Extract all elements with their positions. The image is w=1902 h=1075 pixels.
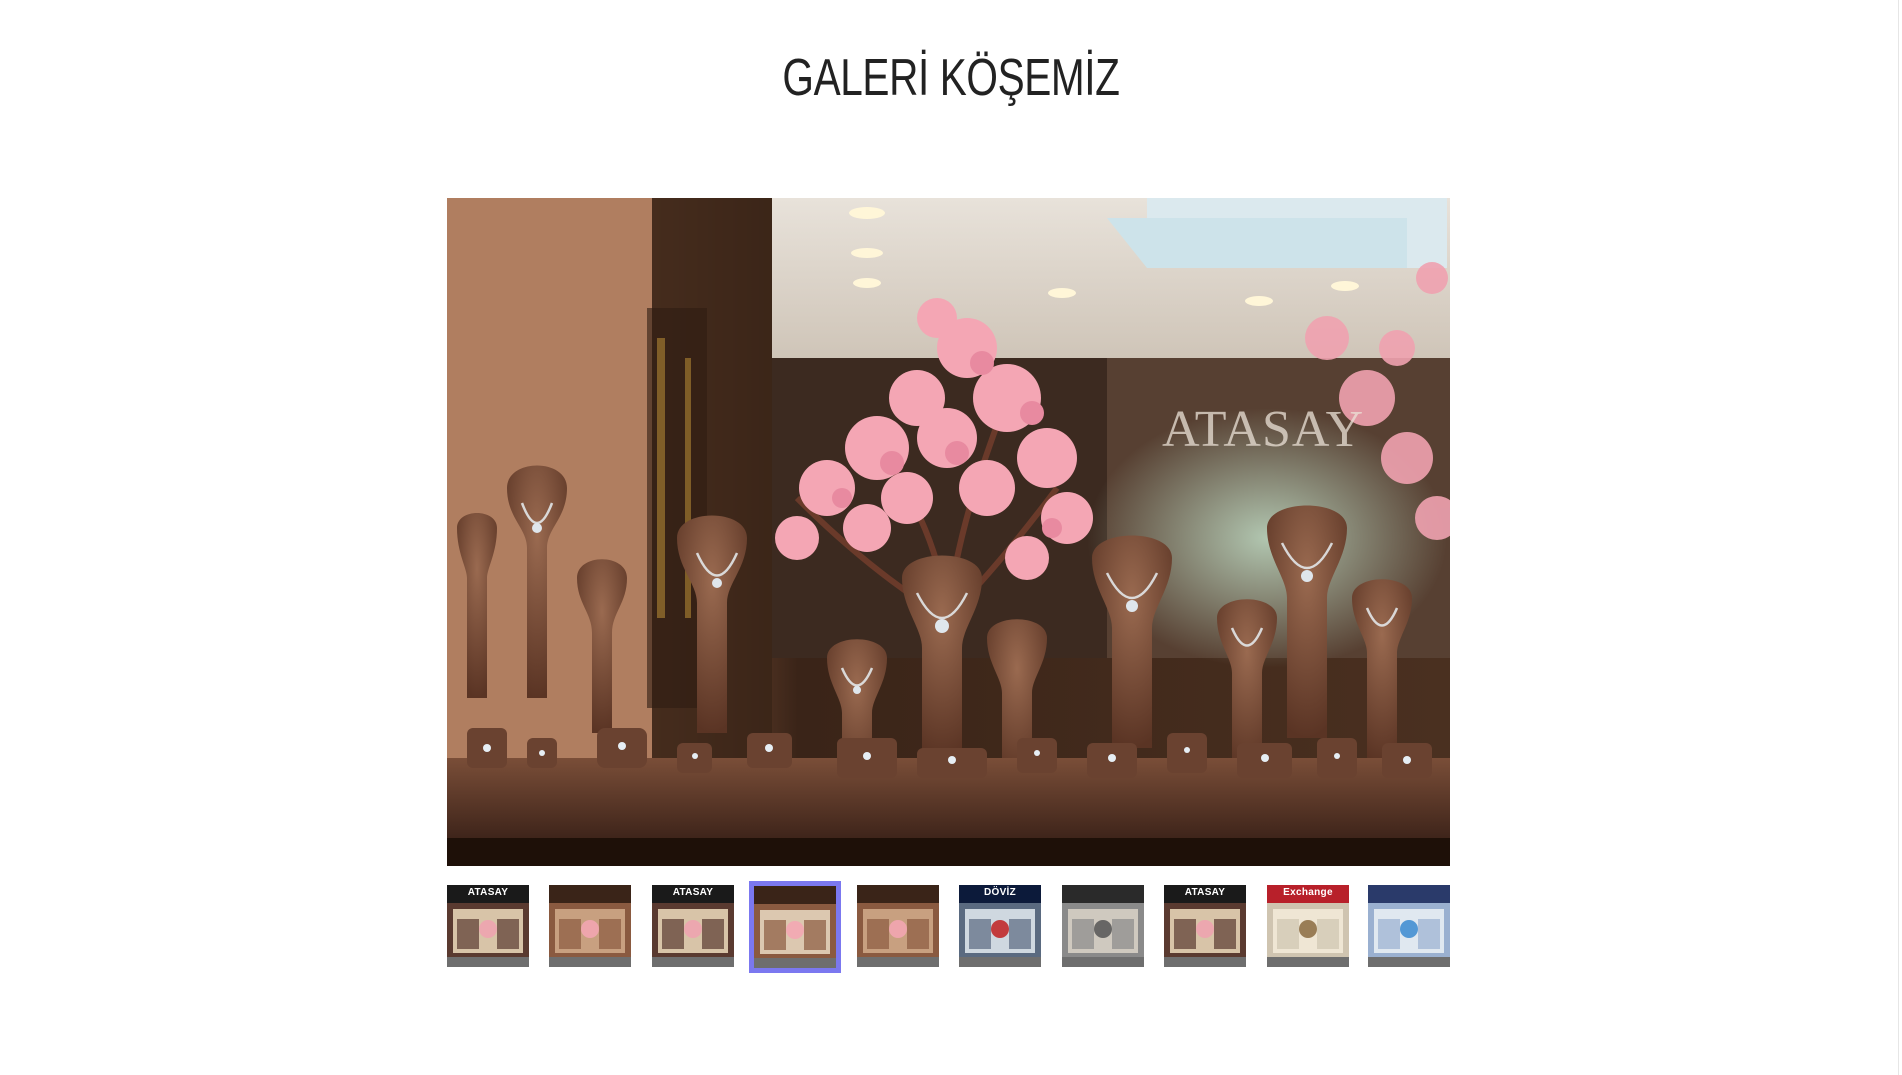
thumb-storefront-2[interactable]: ATASAY xyxy=(652,885,734,967)
page-right-border xyxy=(1898,0,1899,1075)
photo-gallery: ATASAY ATASAY ATASAY DÖVİZ ATASAY Exchange xyxy=(447,198,1450,973)
section-title: GALERİ KÖŞEMİZ xyxy=(782,49,1120,107)
thumbnail-sign-text: ATASAY xyxy=(1184,887,1226,898)
thumb-window[interactable] xyxy=(749,881,841,973)
thumbnail-sign-text: Exchange xyxy=(1283,887,1333,898)
main-image-artwork xyxy=(447,198,1450,866)
thumbnail-image xyxy=(857,885,939,967)
thumbnail-sign-text: ATASAY xyxy=(672,887,714,898)
thumbnail-image xyxy=(1062,885,1144,967)
thumb-display-2[interactable] xyxy=(857,885,939,967)
thumbnail-image xyxy=(754,886,836,968)
thumb-doviz[interactable]: DÖVİZ xyxy=(959,885,1041,967)
thumbnail-image xyxy=(549,885,631,967)
thumbnail-strip: ATASAY ATASAY DÖVİZ ATASAY Exchange xyxy=(447,881,1450,973)
store-sign-text: ATASAY xyxy=(1162,401,1365,458)
thumb-storefront-3[interactable] xyxy=(1062,885,1144,967)
thumb-storefront-4[interactable]: ATASAY xyxy=(1164,885,1246,967)
thumbnail-image xyxy=(1368,885,1450,967)
thumb-exchange-1[interactable]: Exchange xyxy=(1267,885,1349,967)
thumb-storefront-1[interactable]: ATASAY xyxy=(447,885,529,967)
thumbnail-sign-text: ATASAY xyxy=(467,887,509,898)
thumbnail-sign-text: DÖVİZ xyxy=(983,887,1017,898)
thumb-display-1[interactable] xyxy=(549,885,631,967)
main-gallery-image[interactable]: ATASAY xyxy=(447,198,1450,866)
thumb-exchange-2[interactable] xyxy=(1368,885,1450,967)
